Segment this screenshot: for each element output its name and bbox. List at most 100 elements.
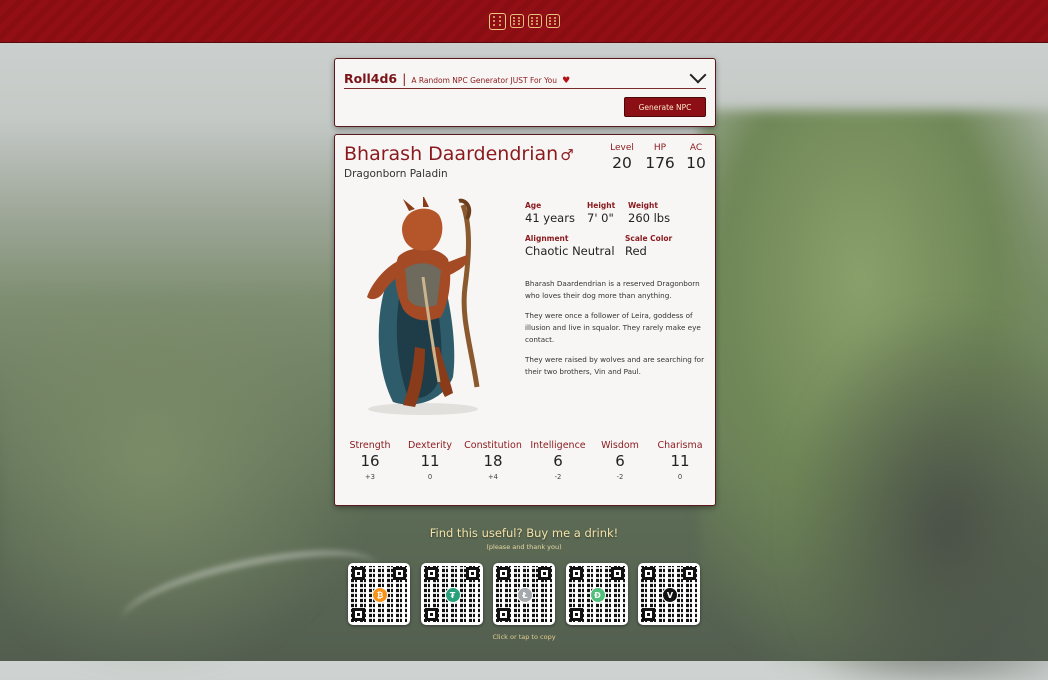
ability-score: 11: [420, 452, 440, 470]
dice-d6-icon[interactable]: [527, 14, 542, 28]
hp-value: 176: [645, 154, 675, 172]
alignment-label: Alignment: [525, 234, 569, 243]
ability-score: 16: [360, 452, 380, 470]
level-label: Level: [610, 143, 634, 153]
ability-modifier: -2: [554, 473, 562, 481]
ability-modifier: 0: [677, 473, 683, 481]
ability-label: Wisdom: [601, 440, 639, 451]
ability-charisma: Charisma 11 0: [651, 440, 709, 481]
ability-modifier: +4: [487, 473, 499, 481]
ability-label: Constitution: [464, 440, 522, 451]
brand-name: Roll4d6: [344, 71, 398, 86]
venmo-qr-code[interactable]: V: [638, 563, 700, 625]
description-paragraph: They were raised by wolves and are searc…: [525, 355, 705, 376]
npc-portrait: [367, 197, 480, 415]
qr-finder: [352, 608, 365, 621]
ability-score: 6: [553, 452, 563, 470]
donation-qr-codes: ₿ ₮ Ł Ð V: [348, 563, 700, 627]
qr-finder: [569, 608, 583, 621]
weight-field: Weight 260 lbs: [628, 201, 670, 225]
heart-icon: ♥: [562, 76, 571, 86]
support-subtext: (please and thank you): [486, 543, 562, 551]
bitcoin-qr-code[interactable]: ₿: [348, 563, 410, 625]
description-paragraph: They were once a follower of Leira, godd…: [525, 311, 701, 344]
qr-finder: [393, 567, 406, 580]
ability-label: Strength: [349, 440, 391, 451]
age-label: Age: [525, 201, 542, 210]
scale-color-field: Scale Color Red: [625, 234, 672, 258]
ability-modifier: 0: [427, 473, 433, 481]
ability-dexterity: Dexterity 11 0: [401, 440, 459, 481]
male-gender-icon: ♂: [560, 146, 574, 164]
weight-value: 260 lbs: [628, 211, 671, 225]
dogecoin-icon: Ð: [589, 587, 606, 603]
alignment-field: Alignment Chaotic Neutral: [525, 234, 615, 258]
height-field: Height 7' 0": [587, 201, 615, 225]
tether-qr-code[interactable]: ₮: [420, 563, 483, 625]
support-heading: Find this useful? Buy me a drink!: [429, 526, 619, 540]
level-stat: Level 20: [607, 143, 637, 172]
scale-color-value: Red: [625, 244, 647, 258]
ability-label: Intelligence: [530, 440, 586, 451]
qr-finder: [610, 567, 624, 580]
qr-finder: [569, 567, 583, 580]
qr-finder: [497, 567, 510, 580]
age-field: Age 41 years: [525, 201, 575, 225]
litecoin-qr-code[interactable]: Ł: [493, 563, 555, 625]
dice-d6-icon[interactable]: [509, 14, 524, 28]
hp-stat: HP 176: [642, 143, 678, 172]
generate-npc-button[interactable]: Generate NPC: [624, 97, 706, 117]
qr-finder: [352, 567, 365, 580]
qr-finder: [465, 567, 479, 580]
ac-stat: AC 10: [683, 143, 709, 172]
venmo-icon: V: [662, 587, 678, 603]
description-paragraph: Bharash Daardendrian is a reserved Drago…: [525, 279, 700, 300]
npc-name: Bharash Daardendrian: [344, 143, 559, 165]
hp-label: HP: [653, 143, 667, 153]
ac-label: AC: [689, 143, 703, 153]
dogecoin-qr-code[interactable]: Ð: [565, 563, 628, 625]
ability-wisdom: Wisdom 6 -2: [591, 440, 649, 481]
support-section: Find this useful? Buy me a drink! (pleas…: [334, 526, 714, 551]
background-rock: [780, 300, 1048, 680]
scale-color-label: Scale Color: [625, 234, 673, 243]
ability-label: Charisma: [657, 440, 703, 451]
npc-race-class: Dragonborn Paladin: [344, 168, 448, 180]
generator-header[interactable]: Roll4d6 | A Random NPC Generator JUST Fo…: [344, 66, 707, 89]
qr-finder: [538, 567, 551, 580]
height-label: Height: [587, 201, 616, 210]
height-value: 7' 0": [587, 211, 614, 225]
qr-finder: [642, 608, 655, 621]
bitcoin-icon: ₿: [372, 587, 388, 603]
tagline: A Random NPC Generator JUST For You: [411, 76, 557, 85]
level-value: 20: [612, 154, 632, 172]
chevron-down-icon[interactable]: [689, 66, 707, 84]
ability-modifier: -2: [616, 473, 624, 481]
dice-d6-icon[interactable]: [545, 14, 560, 28]
ability-intelligence: Intelligence 6 -2: [527, 440, 589, 481]
ability-constitution: Constitution 18 +4: [461, 440, 525, 481]
ability-modifier: +3: [364, 473, 376, 481]
npc-name-row: Bharash Daardendrian ♂: [344, 143, 574, 165]
top-bar: [0, 0, 1048, 43]
ability-scores: Strength 16 +3 Dexterity 11 0 Constituti…: [341, 440, 709, 481]
litecoin-icon: Ł: [517, 587, 533, 603]
qr-finder: [683, 567, 696, 580]
ability-score: 6: [615, 452, 625, 470]
brand-separator: |: [402, 72, 407, 86]
qr-finder: [424, 567, 438, 580]
ability-label: Dexterity: [407, 440, 453, 451]
ability-strength: Strength 16 +3: [341, 440, 399, 481]
age-value: 41 years: [525, 211, 575, 225]
qr-finder: [424, 608, 438, 621]
copy-hint: Click or tap to copy: [492, 633, 556, 641]
generator-panel: Roll4d6 | A Random NPC Generator JUST Fo…: [334, 58, 716, 127]
dice-d6-icon[interactable]: [488, 12, 506, 30]
ability-score: 18: [483, 452, 503, 470]
qr-finder: [497, 608, 510, 621]
tether-icon: ₮: [444, 587, 461, 603]
weight-label: Weight: [628, 201, 658, 210]
alignment-value: Chaotic Neutral: [525, 244, 615, 258]
ac-value: 10: [686, 154, 706, 172]
npc-card: Bharash Daardendrian ♂ Dragonborn Paladin…: [334, 134, 716, 506]
